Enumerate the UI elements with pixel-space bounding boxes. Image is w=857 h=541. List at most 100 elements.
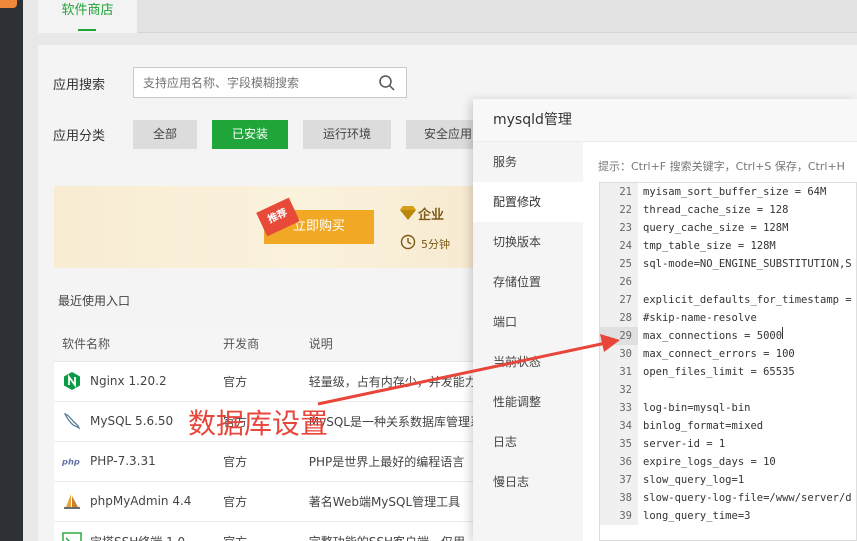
line-code[interactable] [638,273,643,291]
header-vendor: 开发商 [215,327,301,362]
software-name: MySQL 5.6.50 [90,414,174,428]
nav-current-status[interactable]: 当前状态 [473,342,583,382]
nav-storage-location[interactable]: 存储位置 [473,262,583,302]
line-number: 24 [600,237,638,255]
line-number: 32 [600,381,638,399]
svg-text:php: php [62,456,80,466]
nav-service[interactable]: 服务 [473,142,583,182]
code-line[interactable]: 37 slow_query_log=1 [600,471,856,489]
software-desc: 著名Web端MySQL管理工具 [300,481,494,522]
buy-now-button[interactable]: 推荐 立即购买 [256,197,374,244]
code-line[interactable]: 33 log-bin=mysql-bin [600,399,856,417]
nav-log[interactable]: 日志 [473,422,583,462]
enterprise-text: 企业 [418,208,445,223]
code-line[interactable]: 26 [600,273,856,291]
line-code[interactable] [638,381,643,399]
top-tab-bar: 软件商店 [38,0,857,33]
line-code[interactable]: max_connect_errors = 100 [638,345,795,363]
code-line[interactable]: 22 thread_cache_size = 128 [600,201,856,219]
line-code[interactable]: open_files_limit = 65535 [638,363,795,381]
code-line[interactable]: 23 query_cache_size = 128M [600,219,856,237]
line-number: 27 [600,291,638,309]
category-label: 应用分类 [53,129,106,144]
tab-software-store[interactable]: 软件商店 [38,0,137,33]
line-number: 35 [600,435,638,453]
line-code[interactable]: sql-mode=NO_ENGINE_SUBSTITUTION,S [638,255,852,273]
clock-icon [400,234,416,250]
header-name: 软件名称 [54,327,216,362]
search-box[interactable] [133,67,407,98]
nav-switch-version[interactable]: 切换版本 [473,222,583,262]
code-line[interactable]: 27 explicit_defaults_for_timestamp = [600,291,856,309]
software-vendor: 官方 [215,521,301,541]
line-code[interactable]: long_query_time=3 [638,507,750,525]
code-line[interactable]: 30 max_connect_errors = 100 [600,345,856,363]
code-line[interactable]: 38 slow-query-log-file=/www/server/d [600,489,856,507]
code-line[interactable]: 21 myisam_sort_buffer_size = 64M [600,183,856,201]
modal-nav: 服务 配置修改 切换版本 存储位置 端口 当前状态 性能调整 日志 慢日志 [473,142,583,541]
category-runtime-button[interactable]: 运行环境 [303,120,391,149]
software-desc: PHP是世界上最好的编程语言 [300,441,494,482]
software-name: phpMyAdmin 4.4 [90,494,192,508]
line-number: 34 [600,417,638,435]
line-code[interactable]: explicit_defaults_for_timestamp = [638,291,852,309]
line-code[interactable]: thread_cache_size = 128 [638,201,788,219]
search-label: 应用搜索 [53,78,106,93]
table-row[interactable]: 宝塔SSH终端 1.0 官方 完整功能的SSH客户端，仅用 [54,521,494,541]
line-code[interactable]: slow_query_log=1 [638,471,744,489]
nav-performance-tuning[interactable]: 性能调整 [473,382,583,422]
text-caret [782,327,784,339]
code-line[interactable]: 24 tmp_table_size = 128M [600,237,856,255]
config-editor[interactable]: 21 myisam_sort_buffer_size = 64M 22 thread_… [599,182,857,541]
diamond-icon [400,206,416,220]
recent-entry-label: 最近使用入口 [58,294,131,308]
line-code[interactable]: max_connections = 5000 [638,327,782,345]
code-line[interactable]: 36 expire_logs_days = 10 [600,453,856,471]
code-line[interactable]: 28 #skip-name-resolve [600,309,856,327]
code-line[interactable]: 29 max_connections = 5000 [600,327,856,345]
header-desc: 说明 [300,327,494,362]
sidebar-logo-corner [0,0,17,8]
table-row[interactable]: php PHP-7.3.31 官方 PHP是世界上最好的编程语言 [54,441,494,482]
line-number: 38 [600,489,638,507]
line-number: 23 [600,219,638,237]
line-code[interactable]: query_cache_size = 128M [638,219,788,237]
tab-active-underline [78,29,96,31]
search-icon[interactable] [378,74,396,92]
line-code[interactable]: server-id = 1 [638,435,725,453]
line-number: 28 [600,309,638,327]
line-number: 30 [600,345,638,363]
modal-body: 提示：Ctrl+F 搜索关键字，Ctrl+S 保存，Ctrl+H 21 myisa… [583,142,857,541]
line-code[interactable]: #skip-name-resolve [638,309,757,327]
nav-port[interactable]: 端口 [473,302,583,342]
line-code[interactable]: tmp_table_size = 128M [638,237,776,255]
table-row[interactable]: phpMyAdmin 4.4 官方 著名Web端MySQL管理工具 [54,481,494,522]
nav-slow-log[interactable]: 慢日志 [473,462,583,502]
nav-config-edit[interactable]: 配置修改 [473,182,583,222]
line-code[interactable]: myisam_sort_buffer_size = 64M [638,183,826,201]
line-code[interactable]: slow-query-log-file=/www/server/d [638,489,852,507]
line-number: 31 [600,363,638,381]
line-number: 36 [600,453,638,471]
code-line[interactable]: 35 server-id = 1 [600,435,856,453]
table-row[interactable]: Nginx 1.20.2 官方 轻量级，占有内存少，并发能力强 [54,361,494,402]
mysql-dolphin-icon [63,413,81,430]
code-line[interactable]: 34 binlog_format=mixed [600,417,856,435]
line-code[interactable]: log-bin=mysql-bin [638,399,750,417]
line-number: 26 [600,273,638,291]
line-code[interactable]: binlog_format=mixed [638,417,763,435]
category-all-button[interactable]: 全部 [133,120,197,149]
code-line[interactable]: 39 long_query_time=3 [600,507,856,525]
category-installed-button[interactable]: 已安装 [212,120,288,149]
modal-title: mysqld管理 [473,99,857,142]
software-name: PHP-7.3.31 [90,454,156,468]
line-code[interactable]: expire_logs_days = 10 [638,453,776,471]
code-line[interactable]: 25 sql-mode=NO_ENGINE_SUBSTITUTION,S [600,255,856,273]
code-line[interactable]: 31 open_files_limit = 65535 [600,363,856,381]
line-number: 33 [600,399,638,417]
software-vendor: 官方 [215,441,301,482]
left-sidebar [0,0,23,541]
annotation-text: 数据库设置 [188,407,329,440]
search-input[interactable] [134,68,364,97]
code-line[interactable]: 32 [600,381,856,399]
